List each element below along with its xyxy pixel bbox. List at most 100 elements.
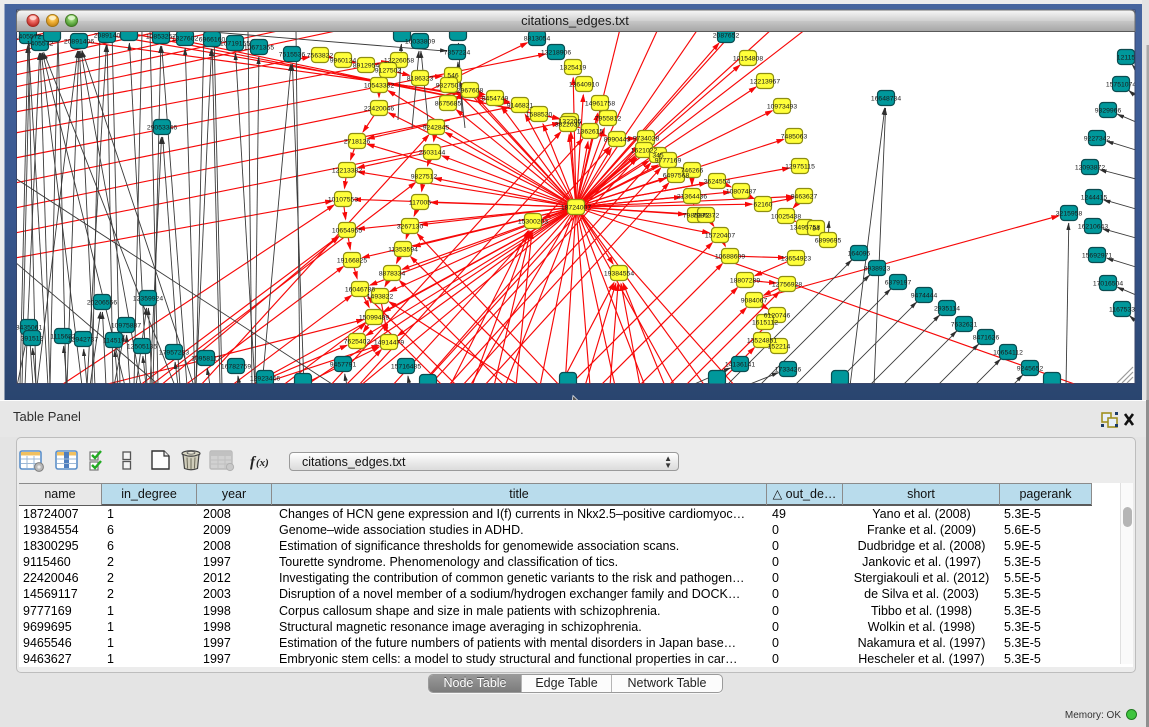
svg-text:21364436: 21364436 — [677, 194, 707, 201]
svg-text:117005: 117005 — [409, 200, 431, 207]
svg-text:12359924: 12359924 — [133, 296, 163, 303]
svg-text:62160: 62160 — [754, 202, 773, 209]
svg-text:18724007: 18724007 — [561, 205, 591, 212]
svg-text:8454749: 8454749 — [482, 96, 509, 103]
svg-text:3267130: 3267130 — [397, 224, 424, 231]
svg-text:3822037: 3822037 — [555, 122, 582, 129]
svg-text:391512: 391512 — [21, 336, 44, 343]
svg-text:746266: 746266 — [681, 168, 704, 175]
svg-text:15300203: 15300203 — [518, 219, 548, 226]
svg-text:2089140: 2089140 — [94, 33, 121, 40]
svg-text:10958117: 10958117 — [191, 356, 221, 363]
svg-text:16046786: 16046786 — [345, 287, 375, 294]
svg-text:11353594: 11353594 — [388, 247, 418, 254]
svg-text:9127502: 9127502 — [375, 68, 402, 75]
svg-text:9227342: 9227342 — [1084, 136, 1111, 143]
svg-text:8938923: 8938923 — [864, 266, 891, 273]
svg-text:7986372: 7986372 — [693, 213, 720, 220]
svg-text:164095: 164095 — [848, 251, 871, 258]
svg-text:1327602: 1327602 — [172, 36, 199, 43]
svg-text:2087652: 2087652 — [713, 33, 740, 40]
svg-text:9245652: 9245652 — [1017, 366, 1044, 373]
svg-text:9777169: 9777169 — [655, 158, 682, 165]
svg-text:1493822: 1493822 — [367, 294, 394, 301]
svg-text:17957253: 17957253 — [159, 350, 189, 357]
svg-text:7955812: 7955812 — [595, 116, 622, 123]
svg-text:1405572: 1405572 — [27, 41, 54, 48]
svg-text:14136141: 14136141 — [725, 362, 755, 369]
svg-text:152214: 152214 — [768, 344, 791, 351]
svg-text:8186323: 8186323 — [407, 76, 434, 83]
svg-text:9463627: 9463627 — [791, 194, 818, 201]
svg-text:6120746: 6120746 — [764, 313, 791, 320]
svg-text:citations_edges.txt: citations_edges.txt — [521, 13, 629, 28]
svg-text:10025438: 10025438 — [771, 214, 801, 221]
svg-text:10807487: 10807487 — [726, 189, 756, 196]
svg-text:9084067: 9084067 — [741, 298, 768, 305]
svg-text:10975887: 10975887 — [111, 323, 141, 330]
svg-text:12226058: 12226058 — [384, 58, 414, 65]
svg-text:18807289: 18807289 — [730, 278, 760, 285]
svg-text:1167533: 1167533 — [1109, 307, 1135, 314]
svg-text:15720407: 15720407 — [705, 233, 735, 240]
svg-text:7357224: 7357224 — [444, 50, 471, 57]
svg-text:6899695: 6899695 — [815, 238, 842, 245]
svg-text:546: 546 — [447, 73, 459, 80]
svg-text:10671355: 10671355 — [244, 45, 274, 52]
svg-text:12756928: 12756928 — [772, 282, 802, 289]
svg-text:9734028: 9734028 — [633, 136, 660, 143]
svg-text:16782759: 16782759 — [221, 364, 251, 371]
svg-text:3624554: 3624554 — [704, 179, 731, 186]
svg-text:8990443: 8990443 — [604, 137, 631, 144]
svg-text:14914479: 14914479 — [374, 340, 404, 347]
svg-text:15099489: 15099489 — [359, 315, 389, 322]
svg-text:1405572: 1405572 — [15, 34, 42, 41]
svg-text:10654112: 10654112 — [993, 350, 1023, 357]
svg-text:9474444: 9474444 — [911, 293, 938, 300]
svg-text:9146821: 9146821 — [507, 103, 534, 110]
svg-text:22420046: 22420046 — [364, 106, 394, 113]
svg-text:12923446: 12923446 — [250, 376, 280, 383]
svg-text:29053346: 29053346 — [147, 125, 177, 132]
svg-text:15751074: 15751074 — [1106, 82, 1136, 89]
svg-text:14961758: 14961758 — [585, 101, 615, 108]
svg-text:10543382: 10543382 — [364, 83, 394, 90]
svg-text:1615112: 1615112 — [752, 320, 778, 327]
svg-text:1244415: 1244415 — [1081, 195, 1108, 202]
svg-text:1588520: 1588520 — [526, 112, 553, 119]
svg-text:13640910: 13640910 — [569, 82, 599, 89]
svg-text:10154808: 10154808 — [733, 56, 763, 63]
svg-text:12115: 12115 — [1117, 55, 1136, 62]
svg-text:8435061: 8435061 — [16, 325, 43, 332]
svg-text:20206556: 20206556 — [87, 300, 117, 307]
svg-text:20891406: 20891406 — [64, 39, 94, 46]
svg-text:17016504: 17016504 — [1093, 281, 1123, 288]
svg-text:7485063: 7485063 — [781, 134, 808, 141]
svg-text:9329966: 9329966 — [1095, 108, 1122, 115]
svg-text:12213967: 12213967 — [750, 79, 780, 86]
svg-text:16648734: 16648734 — [871, 96, 901, 103]
svg-text:8471626: 8471626 — [973, 335, 1000, 342]
svg-text:13218906: 13218906 — [541, 50, 571, 57]
svg-text:7515536: 7515536 — [279, 52, 306, 59]
svg-text:8675685: 8675685 — [435, 101, 462, 108]
svg-text:9827512: 9827512 — [411, 174, 438, 181]
svg-text:(x): (x) — [256, 457, 269, 469]
svg-text:2935114: 2935114 — [934, 306, 960, 313]
svg-text:12213382: 12213382 — [332, 168, 362, 175]
svg-text:10654955: 10654955 — [332, 228, 362, 235]
svg-text:2718126: 2718126 — [344, 139, 371, 146]
svg-text:12505135: 12505135 — [127, 344, 157, 351]
svg-text:15692971: 15692971 — [1082, 253, 1112, 260]
svg-text:84: 84 — [812, 226, 820, 233]
svg-text:9457791: 9457791 — [330, 362, 357, 369]
svg-text:15716485: 15716485 — [391, 364, 421, 371]
svg-text:7632621: 7632621 — [951, 322, 978, 329]
svg-text:3215958: 3215958 — [1056, 211, 1083, 218]
svg-text:12093872: 12093872 — [1075, 165, 1105, 172]
svg-text:9242845: 9242845 — [423, 125, 450, 132]
svg-text:13654923: 13654923 — [781, 256, 811, 263]
svg-text:114519: 114519 — [103, 338, 125, 345]
svg-text:12942737: 12942737 — [68, 337, 98, 344]
svg-text:6379197: 6379197 — [885, 280, 912, 287]
